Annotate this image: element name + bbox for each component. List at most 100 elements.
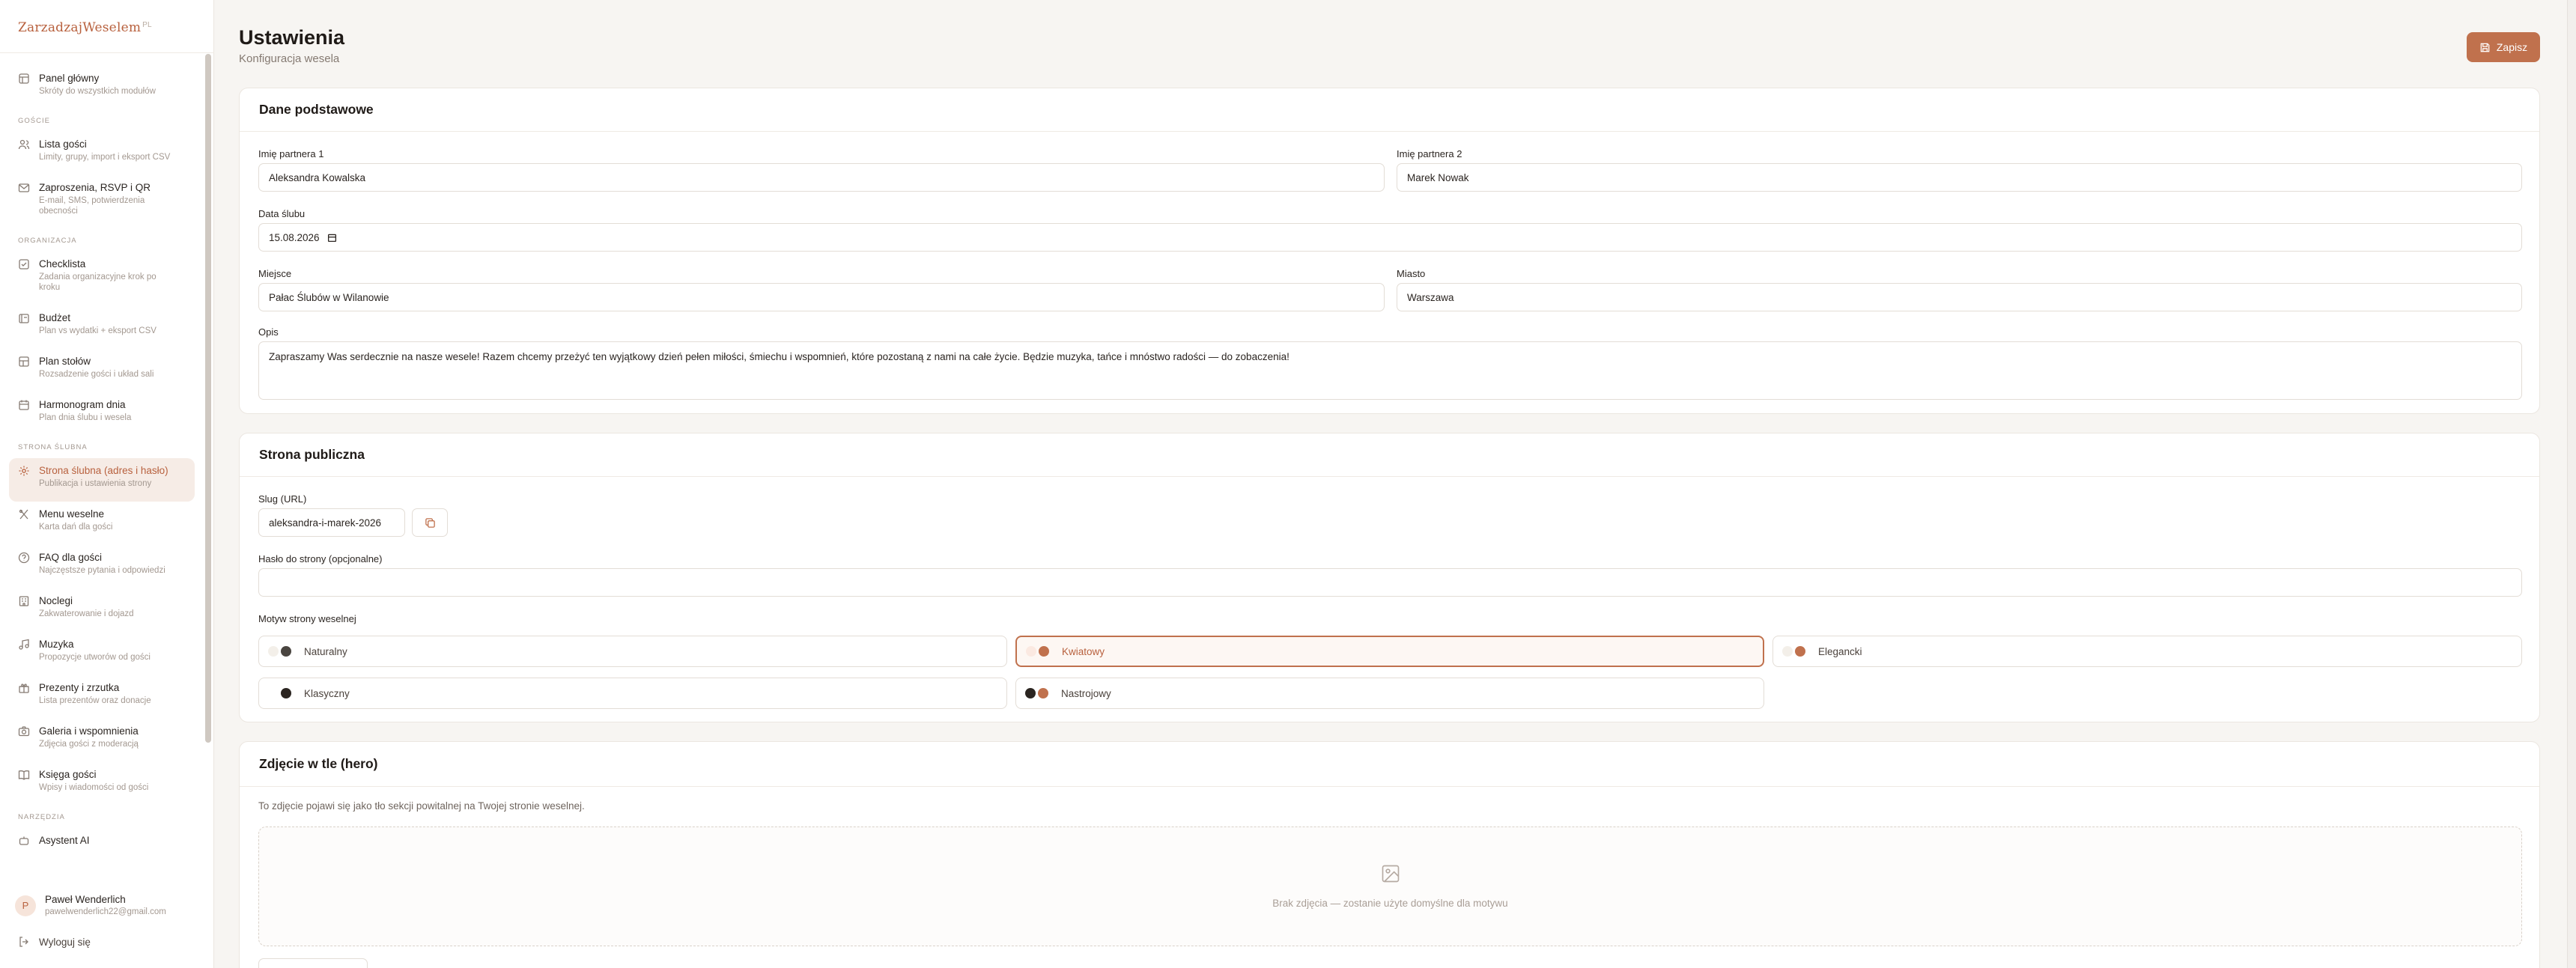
copy-icon bbox=[425, 517, 435, 528]
gift-icon bbox=[19, 684, 29, 693]
city-label: Miasto bbox=[1397, 268, 1426, 279]
hero-description: To zdjęcie pojawi się jako tło sekcji po… bbox=[258, 800, 585, 812]
basic-info-card: Dane podstawowe Imię partnera 1 Aleksand… bbox=[239, 88, 2540, 414]
sidebar-item-dashboard[interactable]: Panel główny Skróty do wszystkich modułó… bbox=[9, 66, 195, 109]
sidebar-item-invitations[interactable]: Zaproszenia, RSVP i QR E-mail, SMS, potw… bbox=[9, 175, 195, 229]
sidebar-item-table-plan[interactable]: Plan stołów Rozsadzenie gości i układ sa… bbox=[9, 349, 195, 392]
hotel-icon bbox=[19, 596, 29, 606]
sidebar-item-desc: Rozsadzenie gości i układ sali bbox=[39, 370, 154, 379]
sidebar-item-menu[interactable]: Menu weselne Karta dań dla gości bbox=[9, 502, 195, 545]
user-name: Paweł Wenderlich bbox=[45, 894, 126, 905]
date-value: 15.08.2026 bbox=[269, 231, 320, 243]
card-title: Strona publiczna bbox=[240, 433, 2539, 477]
partner1-label: Imię partnera 1 bbox=[258, 148, 324, 159]
sidebar-item-gifts[interactable]: Prezenty i zrzutka Lista prezentów oraz … bbox=[9, 675, 195, 719]
users-icon bbox=[18, 139, 30, 150]
theme-name: Naturalny bbox=[304, 645, 347, 657]
checklist-icon bbox=[19, 259, 29, 270]
sidebar-item-label: Harmonogram dnia bbox=[39, 399, 126, 410]
sidebar-item-label: Menu weselne bbox=[39, 508, 105, 520]
sidebar-item-desc: Skróty do wszystkich modułów bbox=[39, 87, 156, 96]
sidebar-item-label: Zaproszenia, RSVP i QR bbox=[39, 182, 151, 193]
hero-empty-text: Brak zdjęcia — zostanie użyte domyślne d… bbox=[1272, 898, 1508, 909]
venue-label: Miejsce bbox=[258, 268, 292, 279]
sidebar-item-faq[interactable]: FAQ dla gości Najczęstsze pytania i odpo… bbox=[9, 545, 195, 588]
slug-input[interactable]: aleksandra-i-marek-2026 bbox=[258, 508, 405, 537]
theme-name: Kwiatowy bbox=[1062, 645, 1105, 657]
sidebar-item-guestbook[interactable]: Księga gości Wpisy i wiadomości od gości bbox=[9, 762, 195, 806]
slug-label: Slug (URL) bbox=[258, 493, 307, 505]
partner2-label: Imię partnera 2 bbox=[1397, 148, 1462, 159]
hero-dropzone[interactable]: Brak zdjęcia — zostanie użyte domyślne d… bbox=[258, 827, 2522, 946]
theme-option-nastrojowy[interactable]: Nastrojowy bbox=[1015, 678, 1764, 709]
wallet-icon bbox=[19, 314, 29, 323]
sidebar-item-music[interactable]: Muzyka Propozycje utworów od gości bbox=[9, 632, 195, 675]
sidebar-item-label: Muzyka bbox=[39, 639, 74, 650]
logout-icon bbox=[19, 937, 28, 947]
image-icon bbox=[1382, 865, 1399, 883]
divider bbox=[0, 52, 214, 53]
theme-swatch bbox=[268, 688, 294, 698]
theme-option-naturalny[interactable]: Naturalny bbox=[258, 636, 1007, 667]
save-button[interactable]: Zapisz bbox=[2467, 32, 2540, 62]
venue-input[interactable]: Pałac Ślubów w Wilanowie bbox=[258, 283, 1385, 311]
partner1-input[interactable]: Aleksandra Kowalska bbox=[258, 163, 1385, 192]
sidebar-item-desc: Najczęstsze pytania i odpowiedzi bbox=[39, 566, 165, 575]
theme-swatch bbox=[1025, 688, 1051, 698]
camera-icon bbox=[18, 726, 30, 737]
logout-label: Wyloguj się bbox=[39, 937, 91, 948]
sidebar-item-wedding-site[interactable]: Strona ślubna (adres i hasło) Publikacja… bbox=[9, 458, 195, 502]
app-logo[interactable]: ZarzadzajWeselem PL bbox=[18, 20, 152, 35]
sidebar-item-budget[interactable]: Budżet Plan vs wydatki + eksport CSV bbox=[9, 305, 195, 349]
theme-option-klasyczny[interactable]: Klasyczny bbox=[258, 678, 1007, 709]
theme-name: Nastrojowy bbox=[1061, 687, 1111, 699]
password-label: Hasło do strony (opcjonalne) bbox=[258, 553, 383, 564]
sidebar-scrollbar[interactable] bbox=[205, 54, 211, 743]
avatar: P bbox=[15, 895, 36, 916]
sidebar-item-desc: Plan dnia ślubu i wesela bbox=[39, 413, 132, 422]
music-icon bbox=[19, 639, 29, 650]
description-label: Opis bbox=[258, 326, 279, 338]
theme-name: Elegancki bbox=[1818, 645, 1862, 657]
theme-swatch bbox=[1782, 646, 1808, 657]
page-scrollbar[interactable] bbox=[2567, 0, 2576, 968]
nav-section-tools: NARZĘDZIA bbox=[18, 813, 65, 821]
sidebar-item-accommodation[interactable]: Noclegi Zakwaterowanie i dojazd bbox=[9, 588, 195, 632]
sidebar-item-guest-list[interactable]: Lista gości Limity, grupy, import i eksp… bbox=[9, 132, 195, 175]
calendar-icon[interactable] bbox=[327, 233, 337, 243]
copy-slug-button[interactable] bbox=[412, 508, 448, 537]
sidebar-item-desc: Zdjęcia gości z moderacją bbox=[39, 740, 139, 749]
logout-button[interactable]: Wyloguj się bbox=[9, 931, 205, 954]
user-profile[interactable]: P Paweł Wenderlich pawelwenderlich22@gma… bbox=[9, 889, 205, 924]
sidebar-item-desc: E-mail, SMS, potwierdzenia obecności bbox=[39, 196, 145, 216]
sidebar-item-label: Strona ślubna (adres i hasło) bbox=[39, 465, 168, 476]
sidebar-item-ai-assistant[interactable]: Asystent AI bbox=[9, 828, 195, 855]
card-title: Dane podstawowe bbox=[240, 88, 2539, 132]
sidebar-item-gallery[interactable]: Galeria i wspomnienia Zdjęcia gości z mo… bbox=[9, 719, 195, 762]
sidebar-nav: Panel główny Skróty do wszystkich modułó… bbox=[9, 66, 195, 855]
theme-option-kwiatowy[interactable]: Kwiatowy bbox=[1015, 636, 1764, 667]
sidebar-item-desc: Wpisy i wiadomości od gości bbox=[39, 783, 149, 792]
sidebar-item-label: Księga gości bbox=[39, 769, 97, 780]
date-label: Data ślubu bbox=[258, 208, 306, 219]
upload-photo-button[interactable] bbox=[258, 958, 368, 968]
date-input[interactable]: 15.08.2026 bbox=[258, 223, 2522, 252]
save-label: Zapisz bbox=[2496, 41, 2528, 53]
theme-option-elegancki[interactable]: Elegancki bbox=[1772, 636, 2522, 667]
partner2-input[interactable]: Marek Nowak bbox=[1397, 163, 2522, 192]
theme-swatch bbox=[268, 646, 294, 657]
theme-name: Klasyczny bbox=[304, 687, 350, 699]
sidebar-item-label: Checklista bbox=[39, 258, 86, 270]
sidebar-item-checklist[interactable]: Checklista Zadania organizacyjne krok po… bbox=[9, 252, 195, 305]
bot-icon bbox=[19, 836, 29, 845]
description-textarea[interactable]: Zapraszamy Was serdecznie na nasze wesel… bbox=[258, 341, 2522, 400]
save-icon bbox=[2480, 43, 2490, 52]
sidebar-item-schedule[interactable]: Harmonogram dnia Plan dnia ślubu i wesel… bbox=[9, 392, 195, 436]
utensils-icon bbox=[19, 509, 28, 520]
theme-swatch bbox=[1026, 646, 1051, 657]
city-input[interactable]: Warszawa bbox=[1397, 283, 2522, 311]
nav-section-wedding-site: STRONA ŚLUBNA bbox=[18, 443, 88, 451]
password-input[interactable] bbox=[258, 568, 2522, 597]
calendar-icon bbox=[19, 400, 29, 410]
public-site-card: Strona publiczna Slug (URL) aleksandra-i… bbox=[239, 433, 2540, 722]
